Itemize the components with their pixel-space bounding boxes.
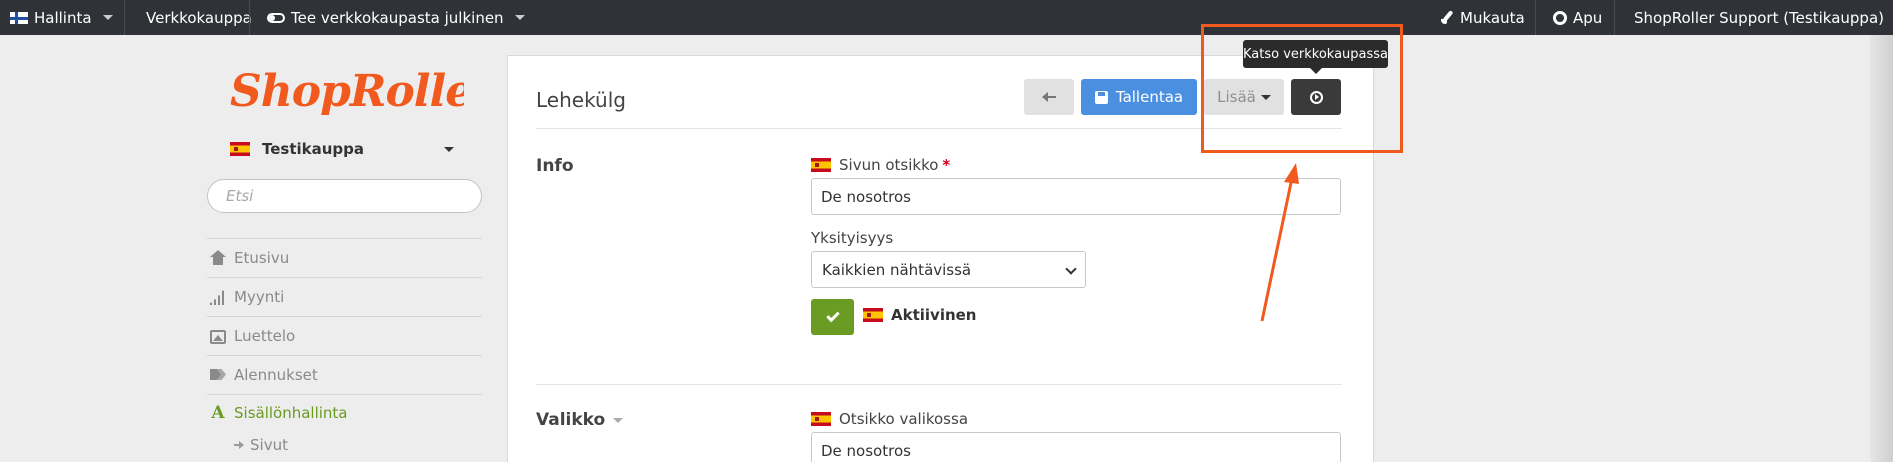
privacy-select[interactable]: Kaikkien nähtävissä bbox=[811, 251, 1086, 288]
logo-text: ShopRoller bbox=[230, 66, 464, 117]
tags-icon bbox=[210, 367, 226, 383]
sidebar-item-label: Sisällönhallinta bbox=[234, 404, 348, 422]
back-button[interactable] bbox=[1024, 79, 1074, 115]
sidebar-item-label: Alennukset bbox=[234, 366, 318, 384]
menu-title-field[interactable] bbox=[811, 432, 1341, 462]
admin-menu[interactable]: Hallinta bbox=[10, 0, 113, 35]
brush-icon bbox=[1440, 11, 1454, 25]
user-menu[interactable]: ShopRoller Support (Testikauppa) bbox=[1634, 0, 1893, 35]
page-title-field-label: Sivun otsikko * bbox=[811, 156, 950, 174]
section-divider bbox=[536, 384, 1342, 385]
menu-section-title[interactable]: Valikko bbox=[536, 410, 624, 430]
arrow-right-icon bbox=[234, 441, 244, 449]
shoproller-logo[interactable]: ShopRoller bbox=[228, 48, 464, 126]
user-menu-label: ShopRoller Support (Testikauppa) bbox=[1634, 8, 1884, 27]
chevron-down-icon bbox=[613, 417, 624, 423]
picture-icon bbox=[210, 329, 226, 344]
spain-flag-icon bbox=[811, 412, 831, 426]
customize-label: Mukauta bbox=[1460, 8, 1525, 27]
page-title-label-text: Sivun otsikko bbox=[839, 156, 939, 174]
nav-divider bbox=[207, 277, 482, 278]
font-icon: A bbox=[211, 403, 225, 423]
spain-flag-icon bbox=[811, 158, 831, 172]
sidebar-item-label: Etusivu bbox=[234, 249, 290, 267]
active-checkbox[interactable] bbox=[811, 299, 854, 335]
sidebar-item-discounts[interactable]: Alennukset bbox=[210, 363, 480, 387]
menu-title-field-label: Otsikko valikossa bbox=[811, 410, 968, 428]
chevron-down-icon bbox=[514, 15, 525, 20]
top-navigation-bar: Hallinta Verkkokauppa Tee verkkokaupasta… bbox=[0, 0, 1893, 35]
bar-chart-icon bbox=[210, 290, 226, 305]
menu-title-label-text: Otsikko valikossa bbox=[839, 410, 969, 428]
home-icon bbox=[210, 250, 226, 266]
store-link[interactable]: Verkkokauppa bbox=[146, 0, 252, 35]
sidebar-item-catalog[interactable]: Luettelo bbox=[210, 324, 480, 348]
store-link-label: Verkkokauppa bbox=[146, 8, 252, 27]
admin-menu-label: Hallinta bbox=[34, 8, 92, 27]
info-section-label: Info bbox=[536, 156, 574, 176]
sidebar-subitem-label: Sivut bbox=[250, 436, 288, 454]
topbar-divider bbox=[124, 0, 125, 35]
save-button-label: Tallentaa bbox=[1115, 88, 1184, 106]
nav-divider bbox=[207, 355, 482, 356]
sidebar-subitem-pages[interactable]: Sivut bbox=[234, 436, 288, 454]
chevron-down-icon bbox=[102, 15, 113, 20]
floppy-disk-icon bbox=[1094, 90, 1108, 104]
page-edge bbox=[1870, 35, 1893, 462]
chevron-down-icon bbox=[1065, 263, 1077, 275]
store-selector[interactable]: Testikauppa bbox=[230, 138, 458, 160]
help-link[interactable]: Apu bbox=[1553, 0, 1602, 35]
save-button[interactable]: Tallentaa bbox=[1081, 79, 1197, 115]
customize-link[interactable]: Mukauta bbox=[1440, 0, 1525, 35]
chevron-down-icon bbox=[444, 147, 454, 152]
sidebar-item-label: Luettelo bbox=[234, 327, 296, 345]
privacy-field-label: Yksityisyys bbox=[811, 229, 893, 247]
check-icon bbox=[825, 308, 840, 323]
sidebar-item-label: Myynti bbox=[234, 288, 285, 306]
sidebar-item-content-management[interactable]: A Sisällönhallinta bbox=[210, 401, 480, 425]
nav-divider bbox=[207, 238, 482, 239]
topbar-divider bbox=[1535, 0, 1536, 35]
toggle-icon bbox=[267, 12, 285, 23]
life-ring-icon bbox=[1553, 10, 1567, 25]
page-title: Lehekülg bbox=[536, 88, 626, 112]
spain-flag-icon bbox=[230, 142, 250, 156]
active-label-text: Aktiivinen bbox=[891, 306, 977, 324]
spain-flag-icon bbox=[863, 308, 883, 322]
store-selector-label: Testikauppa bbox=[262, 140, 365, 158]
nav-divider bbox=[207, 316, 482, 317]
required-marker: * bbox=[942, 156, 951, 174]
active-field-label: Aktiivinen bbox=[863, 306, 977, 324]
arrow-left-icon bbox=[1042, 91, 1056, 103]
publish-store-label: Tee verkkokaupasta julkinen bbox=[291, 8, 504, 27]
topbar-divider bbox=[249, 0, 250, 35]
page-title-field[interactable] bbox=[811, 178, 1341, 215]
privacy-select-value: Kaikkien nähtävissä bbox=[822, 260, 972, 279]
nav-divider bbox=[207, 394, 482, 395]
highlight-box bbox=[1201, 24, 1403, 153]
sidebar-item-home[interactable]: Etusivu bbox=[210, 246, 480, 270]
menu-section-label: Valikko bbox=[536, 410, 606, 430]
publish-store-menu[interactable]: Tee verkkokaupasta julkinen bbox=[267, 0, 525, 35]
topbar-divider bbox=[1614, 0, 1615, 35]
info-section-title: Info bbox=[536, 156, 574, 176]
finland-flag-icon bbox=[10, 11, 28, 24]
privacy-label-text: Yksityisyys bbox=[811, 229, 894, 247]
sidebar-item-sales[interactable]: Myynti bbox=[210, 285, 480, 309]
help-label: Apu bbox=[1573, 8, 1603, 27]
search-input[interactable] bbox=[207, 179, 482, 213]
